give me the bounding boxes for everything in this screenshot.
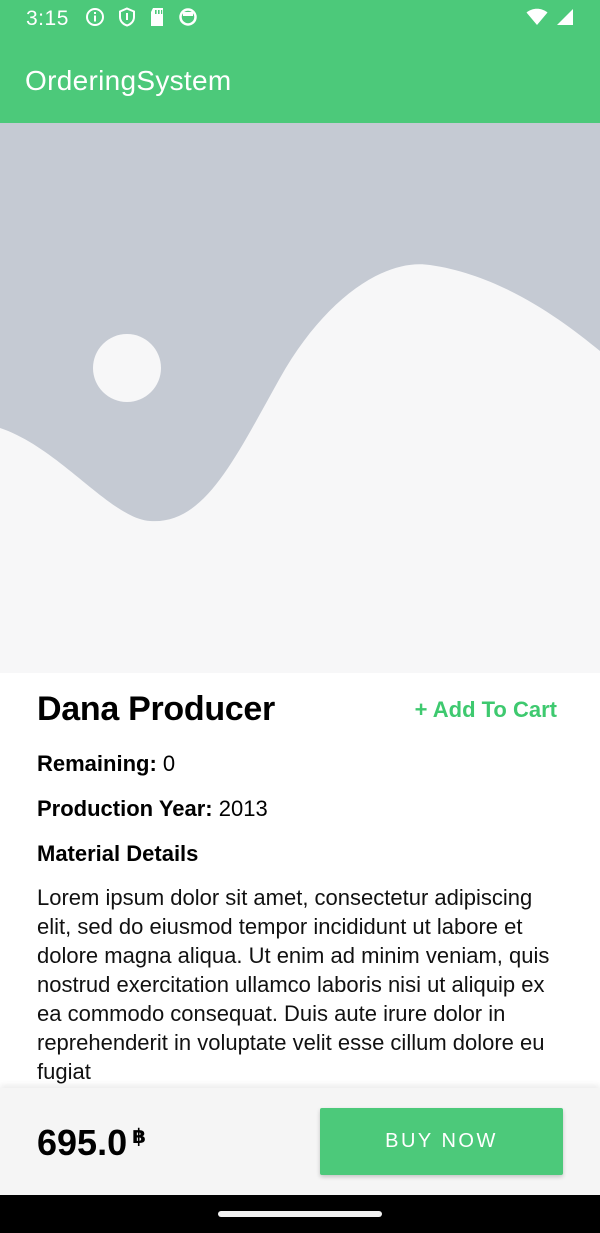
- status-bar: 3:15: [0, 0, 600, 38]
- remaining-label: Remaining:: [37, 751, 157, 776]
- home-indicator[interactable]: [218, 1211, 382, 1217]
- notification-icons: [85, 6, 198, 32]
- production-year-row: Production Year: 2013: [37, 796, 268, 822]
- status-time: 3:15: [26, 7, 69, 30]
- buy-now-button[interactable]: BUY NOW: [320, 1108, 563, 1175]
- navigation-bar: [0, 1195, 600, 1233]
- app-title: OrderingSystem: [25, 64, 232, 96]
- signal-icon: [556, 8, 574, 31]
- price-value: 695.0: [37, 1122, 128, 1163]
- material-details-heading: Material Details: [37, 841, 199, 866]
- info-icon: [85, 7, 105, 32]
- remaining-row: Remaining: 0: [37, 751, 175, 777]
- sd-card-icon: [149, 7, 165, 32]
- app-bar: OrderingSystem: [0, 38, 600, 123]
- product-name: Dana Producer: [37, 690, 275, 728]
- sun-shape: [93, 334, 161, 402]
- wifi-icon: [526, 8, 548, 31]
- material-description: Lorem ipsum dolor sit amet, consectetur …: [37, 885, 550, 1084]
- remaining-value: 0: [162, 751, 176, 776]
- bottom-bar: 695.0 ฿ BUY NOW: [0, 1088, 600, 1195]
- product-image-placeholder: [0, 123, 600, 673]
- sync-icon: [178, 7, 198, 32]
- system-icons: [526, 8, 574, 31]
- production-year-label: Production Year:: [37, 796, 213, 821]
- currency-symbol: ฿: [132, 1126, 147, 1148]
- add-to-cart-button[interactable]: + Add To Cart: [415, 697, 557, 723]
- shield-icon: [118, 6, 136, 32]
- production-year-value: 2013: [218, 796, 268, 821]
- price: 695.0 ฿: [37, 1122, 146, 1164]
